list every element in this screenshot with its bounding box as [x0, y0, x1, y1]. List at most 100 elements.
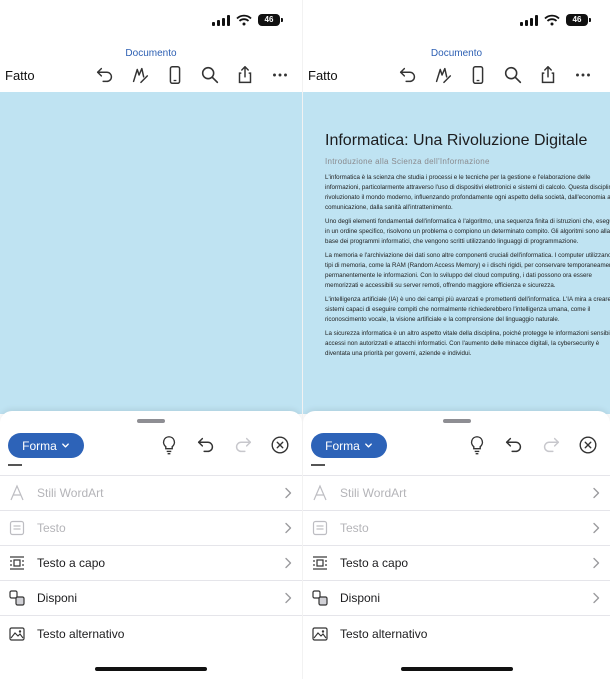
arrange-icon — [311, 589, 329, 607]
document-content[interactable]: Informatica: Una Rivoluzione Digitale In… — [325, 132, 610, 363]
mobile-view-icon[interactable] — [467, 64, 489, 86]
document-paragraph: Uno degli elementi fondamentali dell'inf… — [325, 218, 610, 245]
text-box-icon — [8, 519, 26, 537]
share-icon[interactable] — [234, 64, 256, 86]
document-label: Documento — [125, 48, 177, 59]
done-button[interactable]: Fatto — [308, 68, 338, 83]
arrange-icon — [8, 589, 26, 607]
home-indicator — [95, 667, 207, 671]
forma-dropdown-button[interactable]: Forma — [8, 433, 84, 458]
redo-icon[interactable] — [232, 434, 254, 456]
close-icon[interactable] — [269, 434, 291, 456]
battery-icon: 46 — [566, 14, 591, 26]
undo-icon[interactable] — [503, 434, 525, 456]
chevron-right-icon — [592, 522, 600, 534]
document-paragraph: L'informatica è la scienza che studia i … — [325, 174, 610, 211]
undo-icon[interactable] — [195, 434, 217, 456]
chevron-right-icon — [592, 487, 600, 499]
document-paragraph: La memoria e l'archiviazione dei dati so… — [325, 252, 610, 289]
format-menu: Stili WordArt Testo Testo a capo Disponi — [0, 461, 302, 651]
sheet-grabber[interactable] — [442, 419, 471, 423]
sheet-grabber[interactable] — [137, 419, 165, 423]
search-icon[interactable] — [199, 64, 221, 86]
document-label: Documento — [430, 48, 483, 59]
menu-item-wordart[interactable]: Stili WordArt — [0, 476, 302, 511]
format-menu: Stili WordArt Testo Testo a capo Disponi — [303, 461, 610, 651]
wordart-icon — [311, 484, 329, 502]
mobile-view-icon[interactable] — [164, 64, 186, 86]
chevron-down-icon — [61, 441, 70, 450]
wifi-icon — [544, 14, 560, 26]
chevron-right-icon — [284, 487, 292, 499]
bottom-sheet: Forma Stili WordArt Testo Testo a capo D… — [0, 411, 302, 679]
redo-icon[interactable] — [540, 434, 562, 456]
document-canvas[interactable] — [0, 92, 302, 414]
menu-item-label: Testo — [340, 521, 369, 535]
lightbulb-icon[interactable] — [158, 434, 180, 456]
chevron-right-icon — [592, 557, 600, 569]
alt-text-icon — [8, 625, 26, 643]
text-wrap-icon — [8, 554, 26, 572]
menu-item-alt-text[interactable]: Testo alternativo — [0, 616, 302, 651]
wordart-icon — [8, 484, 26, 502]
document-subtitle: Introduzione alla Scienza dell'Informazi… — [325, 157, 490, 166]
menu-item-label: Testo a capo — [340, 556, 409, 570]
undo-icon[interactable] — [397, 64, 419, 86]
top-toolbar: Fatto — [303, 62, 610, 88]
alt-text-icon — [311, 625, 329, 643]
document-canvas[interactable]: Informatica: Una Rivoluzione Digitale In… — [303, 92, 610, 414]
document-paragraph: La sicurezza informatica è un altro aspe… — [325, 330, 610, 357]
phone-screen-right: 46 Documento Fatto Informatica: Una Rivo… — [303, 0, 610, 679]
wifi-icon — [236, 14, 252, 26]
more-icon[interactable] — [269, 64, 291, 86]
menu-item-testo[interactable]: Testo — [0, 511, 302, 546]
menu-item-label: Testo alternativo — [37, 626, 125, 641]
draw-pen-icon[interactable] — [432, 64, 454, 86]
chevron-right-icon — [284, 522, 292, 534]
menu-item-text-wrap[interactable]: Testo a capo — [0, 546, 302, 581]
menu-item-label: Disponi — [37, 591, 78, 605]
menu-item-arrange[interactable]: Disponi — [303, 581, 610, 616]
chevron-right-icon — [284, 557, 292, 569]
forma-label: Forma — [325, 438, 360, 453]
menu-item-text-wrap[interactable]: Testo a capo — [303, 546, 610, 581]
menu-item-arrange[interactable]: Disponi — [0, 581, 302, 616]
text-wrap-icon — [311, 554, 329, 572]
text-box-icon — [311, 519, 329, 537]
chevron-down-icon — [364, 441, 373, 450]
menu-item-wordart[interactable]: Stili WordArt — [303, 476, 610, 511]
status-bar: 46 — [520, 14, 591, 26]
menu-item-partial[interactable] — [0, 461, 302, 476]
bottom-sheet: Forma Stili WordArt Testo Testo a capo D… — [303, 411, 610, 679]
chevron-right-icon — [284, 592, 292, 604]
home-indicator — [400, 667, 513, 671]
document-paragraph: L'intelligenza artificiale (IA) è uno de… — [325, 296, 610, 323]
cellular-signal-icon — [520, 14, 538, 26]
done-button[interactable]: Fatto — [5, 68, 35, 83]
phone-screen-left: 46 Documento Fatto Forma Stili WordArt T… — [0, 0, 302, 679]
menu-item-label: Testo a capo — [37, 556, 106, 570]
menu-item-testo[interactable]: Testo — [303, 511, 610, 546]
more-icon[interactable] — [572, 64, 594, 86]
forma-label: Forma — [22, 438, 57, 453]
menu-item-label: Testo alternativo — [340, 626, 428, 641]
search-icon[interactable] — [502, 64, 524, 86]
menu-item-label: Disponi — [340, 591, 381, 605]
menu-item-partial[interactable] — [303, 461, 610, 476]
menu-item-label: Testo — [37, 521, 66, 535]
draw-pen-icon[interactable] — [129, 64, 151, 86]
close-icon[interactable] — [577, 434, 599, 456]
status-bar: 46 — [212, 14, 283, 26]
share-icon[interactable] — [537, 64, 559, 86]
forma-dropdown-button[interactable]: Forma — [311, 433, 387, 458]
menu-item-label: Stili WordArt — [37, 486, 104, 500]
undo-icon[interactable] — [94, 64, 116, 86]
battery-icon: 46 — [258, 14, 283, 26]
top-toolbar: Fatto — [0, 62, 302, 88]
menu-item-alt-text[interactable]: Testo alternativo — [303, 616, 610, 651]
menu-item-label: Stili WordArt — [340, 486, 407, 500]
lightbulb-icon[interactable] — [466, 434, 488, 456]
document-title: Informatica: Una Rivoluzione Digitale — [325, 132, 588, 149]
cellular-signal-icon — [212, 14, 230, 26]
chevron-right-icon — [592, 592, 600, 604]
